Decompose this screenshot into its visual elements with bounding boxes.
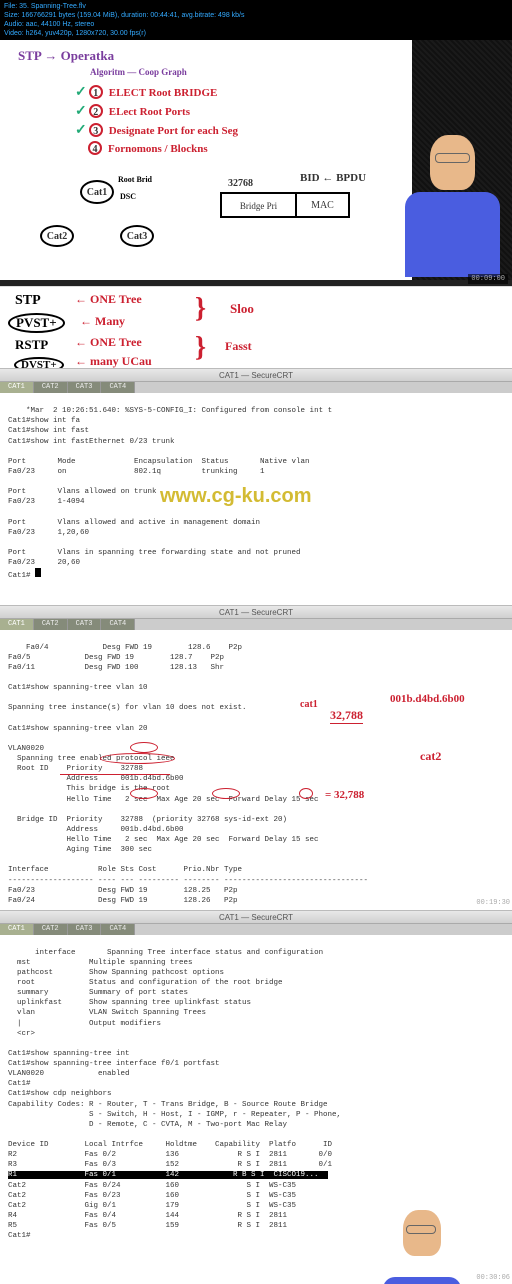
annotation-equals: = 32,788: [325, 788, 364, 803]
check-icon: ✓: [75, 123, 87, 138]
check-icon: ✓: [75, 85, 87, 100]
terminal-text: Cat2 Fas 0/24 160 S I WS-C35 Cat2 Fas 0/…: [8, 1182, 296, 1241]
terminal-titlebar[interactable]: CAT1 — SecureCRT: [0, 910, 512, 924]
brace-icon: }: [195, 293, 206, 325]
terminal-text: interface Spanning Tree interface status…: [8, 949, 341, 1170]
step-number-4: 4: [88, 141, 102, 155]
label-slow: Sloo: [230, 301, 254, 317]
tab-cat1[interactable]: CAT1: [0, 619, 34, 630]
wb-title-stp: STP → Operatka: [18, 48, 114, 64]
wb-step-3: ✓ 3 Designate Port for each Seg: [75, 122, 238, 139]
label-root-brid: Root Brid: [118, 175, 152, 184]
underline-annotation: [60, 774, 170, 775]
terminal-text: Fa0/4 Desg FWD 19 128.6 P2p Fa0/5 Desg F…: [8, 644, 368, 910]
video-timestamp: 00:09:00: [468, 274, 508, 284]
whiteboard-stp-types: STP PVST+ RSTP DVST+ ← ONE Tree ← Many ←…: [0, 286, 512, 368]
arrow-manyuc: ← many UCau: [75, 354, 152, 369]
tab-cat2[interactable]: CAT2: [34, 382, 68, 393]
topology-cat1: Cat1: [80, 180, 114, 204]
circle-annotation: [130, 742, 158, 753]
annotation-cat2: cat2: [420, 748, 441, 764]
check-icon: ✓: [75, 104, 87, 119]
terminal-output[interactable]: *Mar 2 10:26:51.640: %SYS-5-CONFIG_I: Co…: [0, 393, 512, 605]
tab-cat4[interactable]: CAT4: [101, 619, 135, 630]
cursor-icon: [35, 568, 41, 577]
circle-annotation: [212, 788, 240, 799]
wb2-rstp: RSTP: [15, 337, 48, 353]
circle-annotation: [299, 788, 313, 799]
tab-cat1[interactable]: CAT1: [0, 382, 34, 393]
annotation-address: 001b.d4bd.6b00: [390, 692, 465, 707]
bid-bridge-pri: Bridge Pri: [222, 194, 297, 216]
label-dsc: DSC: [120, 192, 136, 201]
circle-annotation: [100, 753, 175, 764]
wb-step-1: ✓ 1 ELECT Root BRIDGE: [75, 84, 217, 101]
arrow-many: ← Many: [80, 314, 125, 329]
tab-cat2[interactable]: CAT2: [34, 924, 68, 935]
tab-cat3[interactable]: CAT3: [68, 619, 102, 630]
label-32768: 32768: [228, 178, 253, 189]
terminal-tabs[interactable]: CAT1 CAT2 CAT3 CAT4: [0, 382, 512, 393]
meta-video: Video: h264, yuv420p, 1280x720, 30.00 fp…: [4, 29, 508, 38]
tab-cat4[interactable]: CAT4: [101, 382, 135, 393]
meta-file: File: 35. Spanning-Tree.flv: [4, 2, 508, 11]
circle-annotation: [130, 788, 158, 799]
video-timestamp: 00:19:30: [476, 899, 510, 908]
watermark-text: www.cg-ku.com: [160, 483, 312, 510]
terminal-tabs[interactable]: CAT1 CAT2 CAT3 CAT4: [0, 619, 512, 630]
terminal-titlebar[interactable]: CAT1 — SecureCRT: [0, 368, 512, 382]
meta-size: Size: 166766291 bytes (159.04 MiB), dura…: [4, 11, 508, 20]
wb2-pvst: PVST+: [8, 313, 65, 333]
wb-step-2: ✓ 2 ELect Root Ports: [75, 103, 190, 120]
terminal-output[interactable]: Fa0/4 Desg FWD 19 128.6 P2p Fa0/5 Desg F…: [0, 630, 512, 910]
bid-diagram-box: Bridge Pri MAC: [220, 192, 350, 218]
tab-cat4[interactable]: CAT4: [101, 924, 135, 935]
tab-cat1[interactable]: CAT1: [0, 924, 34, 935]
instructor-figure: [397, 135, 507, 280]
wb-step-4: 4 Fornomons / Blockns: [88, 141, 208, 155]
step-number-1: 1: [89, 85, 103, 99]
annotation-cat1: cat1: [300, 698, 318, 712]
video-section-1: File: 35. Spanning-Tree.flv Size: 166766…: [0, 0, 512, 286]
brace-icon: }: [195, 332, 206, 364]
tab-cat3[interactable]: CAT3: [68, 382, 102, 393]
tab-cat2[interactable]: CAT2: [34, 619, 68, 630]
step-number-2: 2: [89, 104, 103, 118]
meta-audio: Audio: aac, 44100 Hz, stereo: [4, 20, 508, 29]
annotation-32788: 32,788: [330, 707, 363, 724]
terminal-window-1[interactable]: CAT1 — SecureCRT CAT1 CAT2 CAT3 CAT4 *Ma…: [0, 368, 512, 605]
bid-mac: MAC: [297, 194, 348, 216]
topology-cat2: Cat2: [40, 225, 74, 247]
arrow-onetree1: ← ONE Tree: [75, 292, 142, 307]
label-bid: BID ← BPDU: [300, 172, 366, 184]
instructor-figure: [377, 1190, 467, 1284]
arrow-onetree2: ← ONE Tree: [75, 335, 142, 350]
terminal-output[interactable]: interface Spanning Tree interface status…: [0, 935, 512, 1284]
terminal-window-2[interactable]: CAT1 — SecureCRT CAT1 CAT2 CAT3 CAT4 Fa0…: [0, 605, 512, 910]
tab-cat3[interactable]: CAT3: [68, 924, 102, 935]
terminal-titlebar[interactable]: CAT1 — SecureCRT: [0, 605, 512, 619]
wb2-stp: STP: [15, 293, 41, 309]
label-fast: Fasst: [225, 339, 252, 354]
terminal-tabs[interactable]: CAT1 CAT2 CAT3 CAT4: [0, 924, 512, 935]
highlighted-row: R1 Fas 0/1 142 R B S I CISCO19...: [8, 1171, 328, 1179]
topology-cat3: Cat3: [120, 225, 154, 247]
terminal-window-3[interactable]: CAT1 — SecureCRT CAT1 CAT2 CAT3 CAT4 int…: [0, 910, 512, 1284]
wb-subtitle: Algoritm — Coop Graph: [90, 67, 187, 77]
video-timestamp: 00:30:06: [476, 1274, 510, 1283]
step-number-3: 3: [89, 123, 103, 137]
video-metadata: File: 35. Spanning-Tree.flv Size: 166766…: [0, 0, 512, 40]
whiteboard-stp-operation: STP → Operatka Algoritm — Coop Graph ✓ 1…: [0, 40, 512, 280]
